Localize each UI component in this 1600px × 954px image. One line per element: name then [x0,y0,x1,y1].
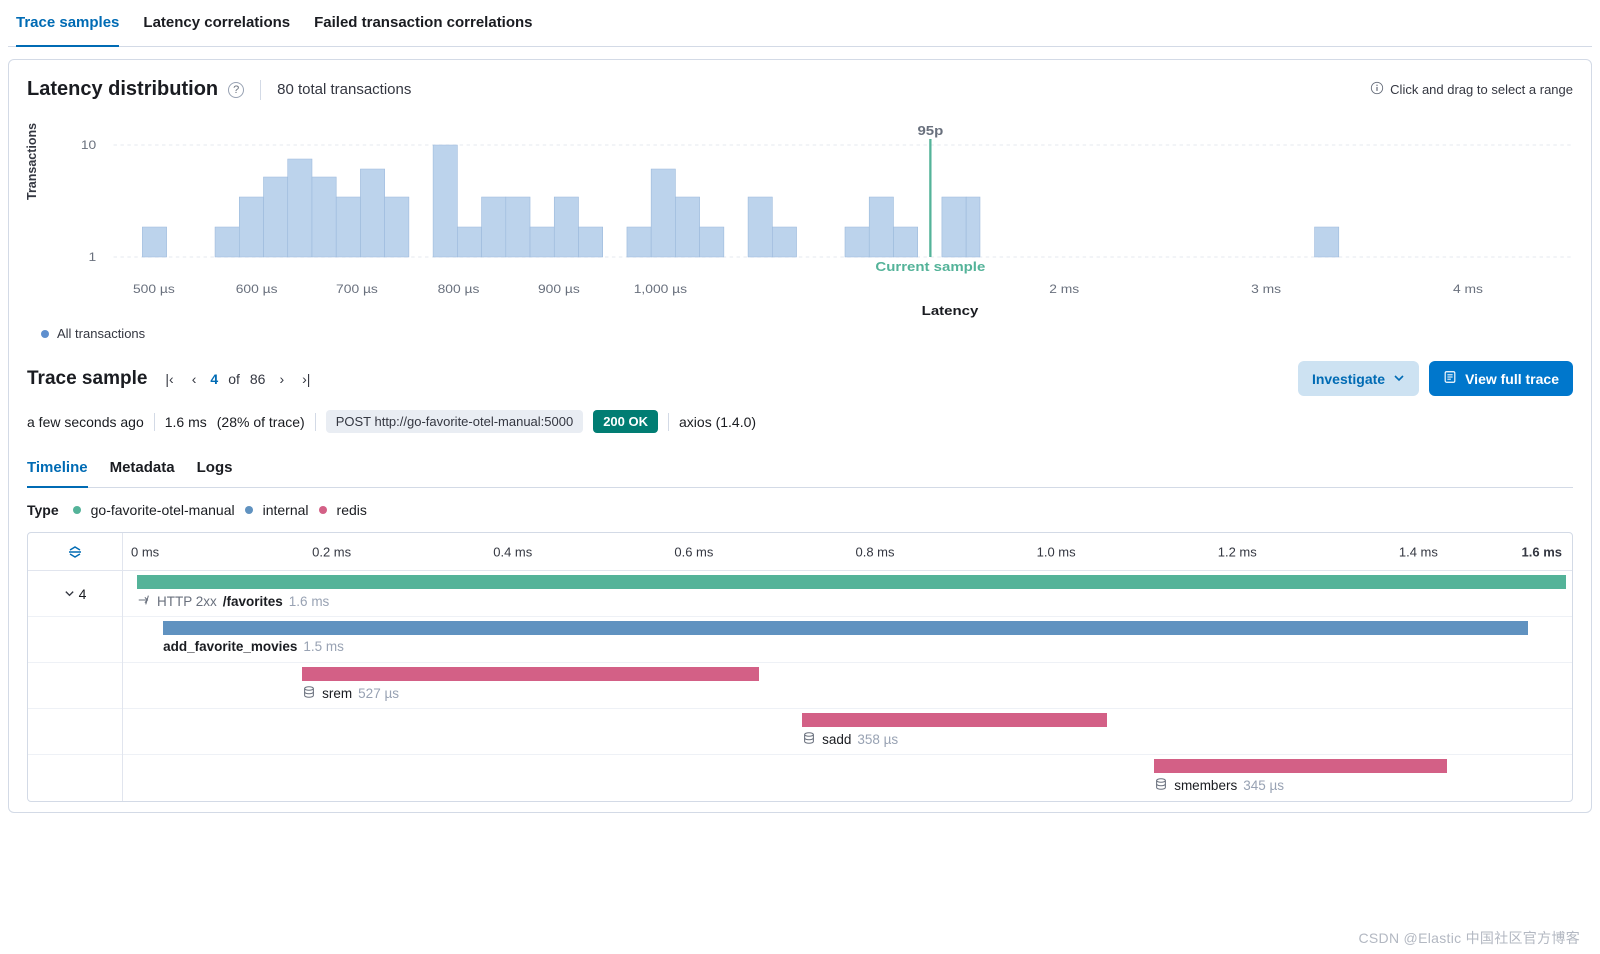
pager-last-icon[interactable]: ›| [298,369,314,389]
document-icon [1443,370,1457,387]
watermark: CSDN @Elastic 中国社区官方博客 [1359,928,1581,948]
trace-sample-header: Trace sample |‹ ‹ 4 of 86 › ›| Investiga… [27,361,1573,396]
sample-client: axios (1.4.0) [679,414,756,430]
span-label[interactable]: srem527 µs [302,685,399,702]
timeline-tick: 0.8 ms [856,544,895,559]
distribution-header: Latency distribution ? 80 total transact… [27,78,1573,101]
divider [668,413,669,431]
sample-pct: (28% of trace) [217,414,305,430]
pager-current: 4 [210,371,218,387]
tab-latency-correlations[interactable]: Latency correlations [143,0,290,47]
svg-text:500 µs: 500 µs [133,282,175,296]
legend-label: All transactions [57,326,145,341]
legend-dot-icon [41,330,49,338]
timeline-header: 0 ms 0.2 ms 0.4 ms 0.6 ms 0.8 ms 1.0 ms 1.2 ms… [28,533,1572,571]
type-legend: Type go-favorite-otel-manual internal re… [27,502,1573,518]
pager-next-icon[interactable]: › [275,369,288,389]
divider [260,80,261,100]
row-toggle[interactable]: 4 [28,571,122,617]
y-axis-label: Transactions [25,123,39,200]
chart-legend: All transactions [27,320,1573,341]
database-icon [802,731,816,748]
span-label[interactable]: smembers345 µs [1154,777,1284,794]
subtab-timeline[interactable]: Timeline [27,449,88,488]
database-icon [1154,777,1168,794]
investigate-button[interactable]: Investigate [1298,361,1419,396]
tab-failed-correlations[interactable]: Failed transaction correlations [314,0,532,47]
subtab-metadata[interactable]: Metadata [110,449,175,488]
row-count: 4 [79,586,87,602]
svg-text:700 µs: 700 µs [336,282,378,296]
divider [154,413,155,431]
waterfall-timeline: 0 ms 0.2 ms 0.4 ms 0.6 ms 0.8 ms 1.0 ms 1.2 ms… [27,532,1573,802]
span-bar[interactable] [163,621,1528,635]
trace-panel: Latency distribution ? 80 total transact… [8,59,1592,813]
svg-text:1,000 µs: 1,000 µs [634,282,687,296]
legend-dot-icon [245,506,253,514]
timeline-tick: 1.6 ms [1522,544,1562,559]
svg-text:Latency: Latency [922,303,979,318]
timeline-gutter: 4 [28,571,123,801]
http-icon [137,593,151,610]
latency-histogram[interactable]: Transactions 10 1 95p Current sample 500… [27,115,1573,320]
help-icon[interactable]: ? [228,82,244,98]
status-badge: 200 OK [593,410,658,433]
svg-text:4 ms: 4 ms [1453,282,1483,296]
timeline-tick: 0.6 ms [674,544,713,559]
timeline-spans: HTTP 2xx/favorites1.6 ms add_favorite_mov… [123,571,1572,801]
main-tabs: Trace samples Latency correlations Faile… [8,0,1592,47]
distribution-title: Latency distribution [27,78,218,101]
sample-tabs: Timeline Metadata Logs [27,449,1573,488]
sample-meta: a few seconds ago 1.6 ms (28% of trace) … [27,410,1573,433]
timeline-tick: 0 ms [131,544,159,559]
span-bar[interactable] [137,575,1566,589]
timeline-tick: 1.0 ms [1037,544,1076,559]
timeline-tick: 1.4 ms [1399,544,1438,559]
sample-duration: 1.6 ms [165,414,207,430]
svg-text:95p: 95p [917,123,943,138]
sample-time: a few seconds ago [27,414,144,430]
distribution-total: 80 total transactions [277,81,411,98]
svg-text:900 µs: 900 µs [538,282,580,296]
pager-of: of [228,371,240,387]
timeline-tick: 0.2 ms [312,544,351,559]
timeline-tick: 0.4 ms [493,544,532,559]
trace-sample-title: Trace sample [27,368,147,390]
request-badge: POST http://go-favorite-otel-manual:5000 [326,410,584,433]
legend-dot-icon [73,506,81,514]
pager-prev-icon[interactable]: ‹ [188,369,201,389]
type-go: go-favorite-otel-manual [91,502,235,518]
span-bar[interactable] [1154,759,1447,773]
collapse-all-icon[interactable] [28,533,123,570]
subtab-logs[interactable]: Logs [197,449,233,488]
span-label[interactable]: sadd358 µs [802,731,898,748]
type-label: Type [27,502,59,518]
chevron-down-icon [1393,371,1405,387]
svg-text:10: 10 [81,138,96,152]
pager-first-icon[interactable]: |‹ [161,369,177,389]
svg-text:1: 1 [89,250,97,264]
type-internal: internal [263,502,309,518]
type-redis: redis [337,502,367,518]
span-label[interactable]: HTTP 2xx/favorites1.6 ms [137,593,329,610]
tab-trace-samples[interactable]: Trace samples [16,0,119,47]
span-label[interactable]: add_favorite_movies1.5 ms [163,639,344,654]
span-bar[interactable] [302,667,759,681]
database-icon [302,685,316,702]
legend-dot-icon [319,506,327,514]
divider [315,413,316,431]
svg-text:3 ms: 3 ms [1251,282,1281,296]
svg-text:2 ms: 2 ms [1049,282,1079,296]
info-icon [1370,81,1384,98]
drag-hint: Click and drag to select a range [1370,81,1573,98]
svg-text:600 µs: 600 µs [236,282,278,296]
timeline-tick: 1.2 ms [1218,544,1257,559]
view-full-trace-button[interactable]: View full trace [1429,361,1573,396]
sample-pager: |‹ ‹ 4 of 86 › ›| [161,369,314,389]
svg-text:Current sample: Current sample [875,259,985,274]
svg-text:800 µs: 800 µs [438,282,480,296]
span-bar[interactable] [802,713,1107,727]
timeline-body: 4 HTTP 2xx/favorites1.6 ms add_favorite_m… [28,571,1572,801]
pager-total: 86 [250,371,266,387]
